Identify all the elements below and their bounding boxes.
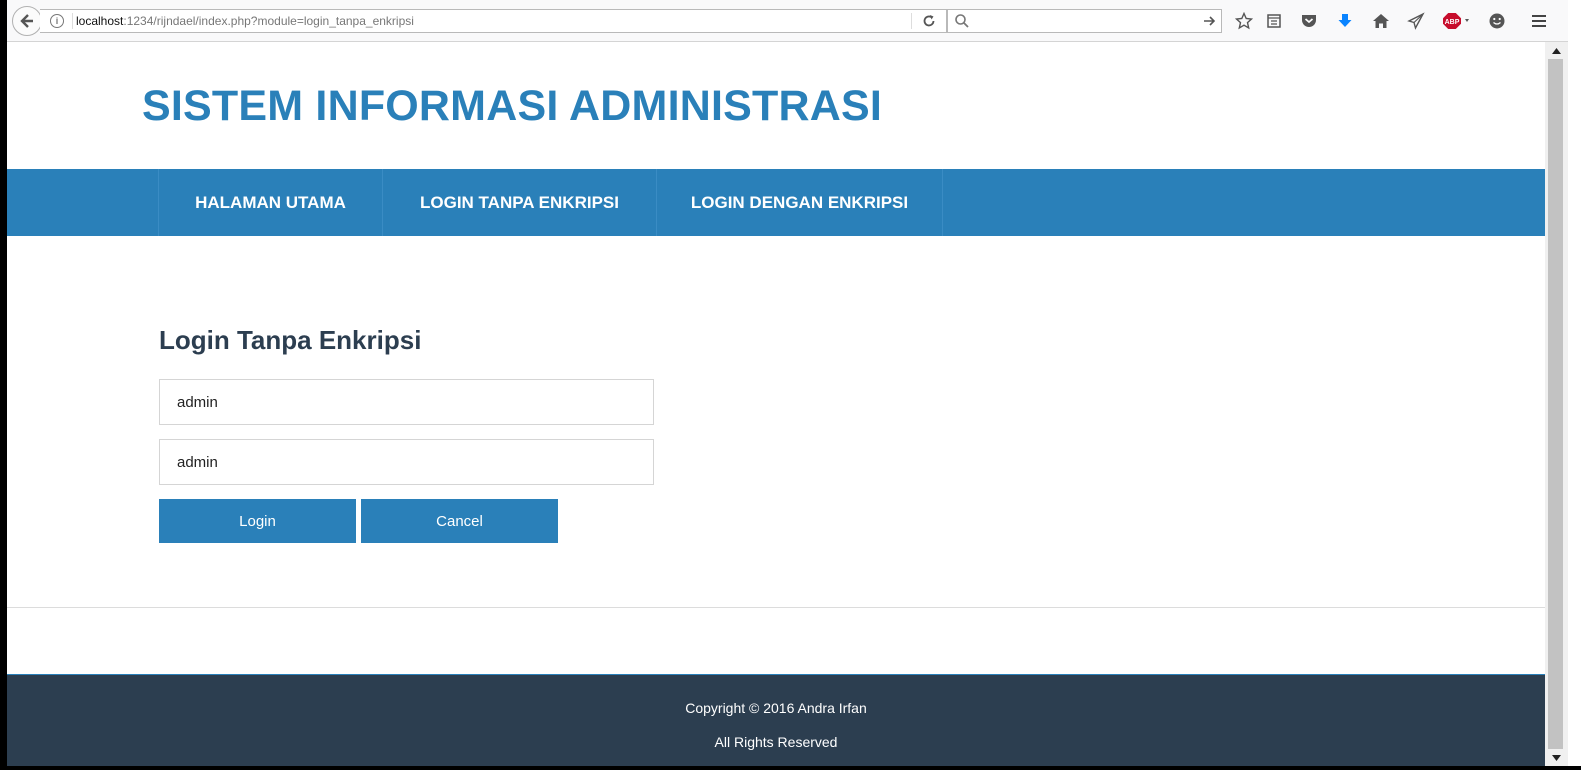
footer-copyright: Copyright © 2016 Andra Irfan	[685, 700, 867, 716]
bookmark-star-icon[interactable]	[1234, 11, 1254, 31]
download-icon[interactable]	[1335, 11, 1355, 31]
url-host: localhost	[76, 14, 124, 28]
reload-icon	[923, 15, 935, 27]
username-field[interactable]	[159, 379, 654, 425]
back-button[interactable]	[12, 6, 42, 36]
browser-window: i localhost:1234/rijndael/index.php?modu…	[7, 0, 1581, 766]
pocket-icon[interactable]	[1299, 11, 1319, 31]
content-divider	[7, 607, 1545, 608]
menu-icon[interactable]	[1529, 11, 1549, 31]
home-icon[interactable]	[1371, 11, 1391, 31]
adblock-plus-icon[interactable]: ABP	[1442, 11, 1474, 31]
search-icon	[955, 14, 969, 28]
reload-separator	[911, 13, 912, 29]
page-content: SISTEM INFORMASI ADMINISTRASI HALAMAN UT…	[7, 42, 1545, 766]
footer-rights: All Rights Reserved	[714, 734, 838, 750]
scroll-up-icon	[1552, 47, 1561, 54]
scroll-thumb[interactable]	[1548, 59, 1563, 749]
search-go-icon[interactable]	[1201, 13, 1217, 29]
footer: Copyright © 2016 Andra Irfan All Rights …	[7, 674, 1545, 766]
password-field[interactable]	[159, 439, 654, 485]
reading-list-icon[interactable]	[1264, 11, 1284, 31]
site-title: SISTEM INFORMASI ADMINISTRASI	[142, 82, 882, 130]
emoji-icon[interactable]	[1487, 11, 1507, 31]
nav-item-login-dengan-enkripsi[interactable]: LOGIN DENGAN ENKRIPSI	[656, 169, 943, 236]
search-bar[interactable]	[947, 9, 1222, 33]
cancel-button[interactable]: Cancel	[361, 499, 558, 543]
url-path: :1234/rijndael/index.php?module=login_ta…	[123, 14, 414, 28]
browser-toolbar: i localhost:1234/rijndael/index.php?modu…	[7, 0, 1568, 42]
login-title: Login Tanpa Enkripsi	[159, 325, 422, 355]
back-arrow-icon	[20, 14, 33, 28]
url-text[interactable]: localhost:1234/rijndael/index.php?module…	[76, 14, 414, 28]
main-navbar: HALAMAN UTAMA LOGIN TANPA ENKRIPSI LOGIN…	[7, 169, 1545, 236]
adblock-badge-text: ABP	[1445, 19, 1460, 26]
login-button[interactable]: Login	[159, 499, 356, 543]
reload-button[interactable]	[920, 12, 938, 30]
url-bar[interactable]: i localhost:1234/rijndael/index.php?modu…	[40, 9, 947, 33]
nav-item-halaman-utama[interactable]: HALAMAN UTAMA	[158, 169, 382, 236]
scroll-down-icon	[1552, 754, 1561, 761]
send-icon[interactable]	[1406, 11, 1426, 31]
scroll-up-button[interactable]	[1545, 42, 1568, 59]
vertical-scrollbar[interactable]	[1545, 42, 1568, 766]
site-info-icon[interactable]: i	[50, 14, 64, 28]
nav-item-login-tanpa-enkripsi[interactable]: LOGIN TANPA ENKRIPSI	[382, 169, 656, 236]
scroll-down-button[interactable]	[1545, 749, 1568, 766]
url-separator	[72, 13, 73, 29]
